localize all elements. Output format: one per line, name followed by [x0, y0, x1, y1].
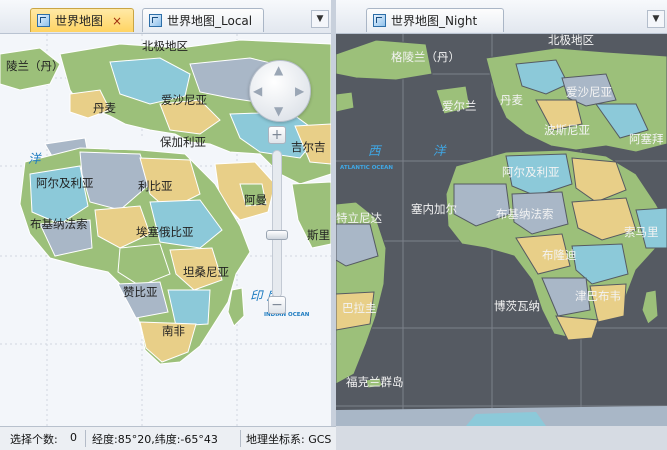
map-window-icon — [37, 14, 50, 27]
status-divider — [240, 430, 241, 447]
label-paraguay: 巴拉圭 — [342, 301, 377, 315]
label-bulgaria: 保加利亚 — [160, 135, 206, 149]
label-estonia: 爱沙尼亚 — [566, 85, 612, 99]
label-zimbabwe: 津巴布韦 — [575, 289, 621, 303]
tab-world-map[interactable]: 世界地图 × — [30, 8, 134, 32]
label-sri-lanka: 斯里 — [307, 228, 330, 242]
selection-count-label: 选择个数: — [10, 433, 58, 446]
tab-world-map-night[interactable]: 世界地图_Night — [366, 8, 504, 32]
label-ocean-atlantic-east: 洋 — [433, 143, 446, 158]
label-bosnia: 波斯尼亚 — [544, 123, 590, 137]
label-burkina-faso: 布基纳法索 — [496, 207, 554, 221]
label-algeria: 阿尔及利亚 — [502, 165, 560, 179]
label-burundi: 布隆迪 — [542, 248, 577, 262]
status-bar: 选择个数: 0 经度:85°20,纬度:-65°43 地理坐标系: GCS — [0, 426, 336, 450]
tab-label: 世界地图_Night — [391, 14, 478, 28]
map-window-icon — [373, 14, 386, 27]
tab-bar-right: 世界地图_Night ▼ — [336, 0, 667, 34]
zoom-out-button[interactable]: − — [268, 296, 286, 314]
pan-left-icon[interactable]: ◀ — [253, 85, 262, 97]
label-tanzania: 坦桑尼亚 — [183, 265, 229, 279]
label-senegal: 塞内加尔 — [411, 202, 457, 216]
selection-count-value: 0 — [70, 431, 77, 444]
label-greenland: 格陵兰（丹） — [391, 50, 460, 64]
label-algeria: 阿尔及利亚 — [36, 176, 94, 190]
label-north-pole: 北极地区 — [548, 34, 594, 47]
label-ocean-atlantic-west: 西 — [368, 143, 381, 158]
map-view-right[interactable]: 北极地区 格陵兰（丹） 爱尔兰 丹麦 爱沙尼亚 波斯尼亚 阿塞拜 阿尔及利亚 特… — [336, 34, 667, 426]
tab-world-map-local[interactable]: 世界地图_Local — [142, 8, 264, 32]
label-burkina-faso: 布基纳法索 — [30, 217, 88, 231]
coordinate-system: 地理坐标系: GCS — [246, 433, 332, 446]
zoom-slider-thumb[interactable] — [266, 230, 288, 240]
pan-up-icon[interactable]: ▲ — [274, 64, 283, 76]
label-greenland: 陵兰（丹） — [6, 59, 64, 73]
label-zambia: 赞比亚 — [123, 285, 158, 299]
label-oman: 阿曼 — [244, 193, 267, 207]
pan-right-icon[interactable]: ▶ — [295, 85, 304, 97]
map-pane-left: 世界地图 × 世界地图_Local ▼ 北极地区 陵兰（丹） 丹麦 爱沙尼亚 保… — [0, 0, 331, 426]
tab-list-dropdown-button[interactable]: ▼ — [647, 10, 665, 28]
pan-down-icon[interactable]: ▼ — [274, 105, 283, 117]
label-north-pole: 北极地区 — [142, 39, 188, 53]
tab-bar-left: 世界地图 × 世界地图_Local ▼ — [0, 0, 331, 34]
label-falkland: 福克兰群岛 — [346, 375, 404, 389]
label-ethiopia: 埃塞俄比亚 — [136, 225, 194, 239]
close-icon[interactable]: × — [111, 15, 123, 27]
status-divider — [85, 430, 86, 447]
label-denmark: 丹麦 — [500, 93, 523, 107]
label-estonia: 爱沙尼亚 — [161, 93, 207, 107]
label-libya: 利比亚 — [138, 179, 173, 193]
label-kyrgyzstan: 吉尔吉 — [291, 140, 326, 154]
map-window-icon — [149, 14, 162, 27]
tab-label: 世界地图 — [55, 14, 104, 28]
label-somalia: 索马里 — [624, 225, 659, 239]
label-botswana: 博茨瓦纳 — [494, 299, 540, 313]
cursor-coordinates: 经度:85°20,纬度:-65°43 — [92, 433, 218, 446]
map-pane-right: 世界地图_Night ▼ 北极地区 格陵兰（丹） 爱尔兰 丹麦 爱沙尼亚 波斯尼… — [336, 0, 667, 426]
zoom-slider-track[interactable] — [272, 150, 282, 298]
label-denmark: 丹麦 — [93, 101, 116, 115]
label-ireland: 爱尔兰 — [442, 99, 477, 113]
label-south-africa: 南非 — [162, 324, 185, 338]
map-pan-control[interactable]: ▲ ▼ ◀ ▶ — [249, 60, 311, 122]
zoom-in-button[interactable]: + — [268, 126, 286, 144]
label-ocean-atlantic-en: ATLANTIC OCEAN — [340, 165, 394, 171]
label-trinidad: 特立尼达 — [336, 211, 382, 225]
map-view-left[interactable]: 北极地区 陵兰（丹） 丹麦 爱沙尼亚 保加利亚 吉尔吉 阿尔及利亚 利比亚 阿曼… — [0, 34, 331, 426]
tab-label: 世界地图_Local — [167, 14, 253, 28]
label-azerbaijan: 阿塞拜 — [629, 132, 664, 146]
tab-list-dropdown-button[interactable]: ▼ — [311, 10, 329, 28]
label-ocean-atlantic: 洋 — [28, 151, 41, 166]
